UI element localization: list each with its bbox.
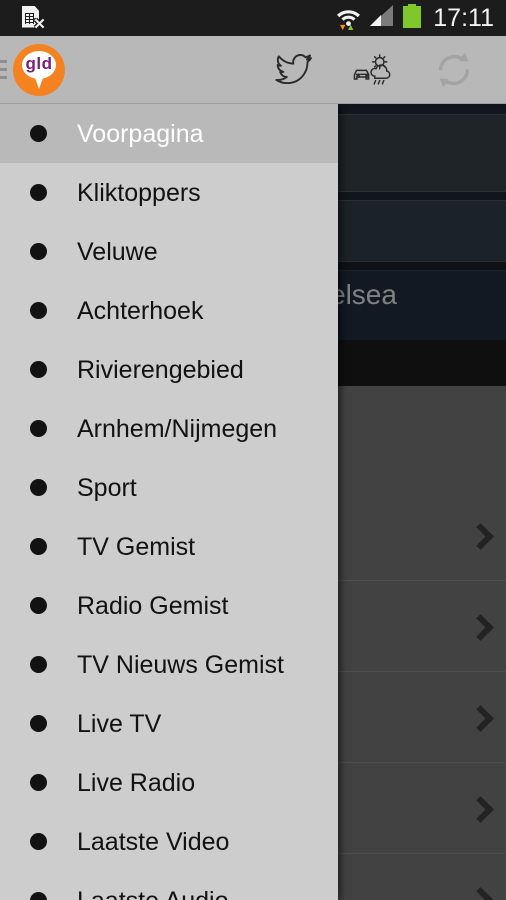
drawer-item-live-tv[interactable]: Live TV [0, 694, 338, 753]
drawer-item-label: Live TV [77, 709, 162, 738]
drawer-item-tv-gemist[interactable]: TV Gemist [0, 517, 338, 576]
bullet-icon [30, 774, 47, 791]
drawer-item-rivierengebied[interactable]: Rivierengebied [0, 340, 338, 399]
drawer-item-label: TV Nieuws Gemist [77, 650, 284, 679]
drawer-item-laatste-audio[interactable]: Laatste Audio [0, 871, 338, 900]
drawer-item-label: Laatste Video [77, 827, 230, 856]
bullet-icon [30, 656, 47, 673]
gld-logo[interactable]: gld [13, 43, 65, 96]
drawer-item-arnhem-nijmegen[interactable]: Arnhem/Nijmegen [0, 399, 338, 458]
bullet-icon [30, 715, 47, 732]
drawer-item-radio-gemist[interactable]: Radio Gemist [0, 576, 338, 635]
bullet-icon [30, 833, 47, 850]
drawer-item-label: Radio Gemist [77, 591, 229, 620]
drawer-item-label: Live Radio [77, 768, 196, 797]
wifi-icon: ▼▲ [336, 6, 361, 32]
action-bar-actions [272, 48, 506, 92]
no-sim-card-icon: ✕ [22, 5, 46, 32]
drawer-item-label: Arnhem/Nijmegen [77, 414, 278, 443]
status-bar-left: ✕ [0, 5, 46, 32]
status-bar-right: ▼▲ 17:11 [336, 3, 506, 33]
bullet-icon [30, 302, 47, 319]
hamburger-menu-icon[interactable] [0, 60, 7, 79]
drawer-item-tv-nieuws-gemist[interactable]: TV Nieuws Gemist [0, 635, 338, 694]
cellular-signal-icon [370, 4, 394, 32]
drawer-item-live-radio[interactable]: Live Radio [0, 753, 338, 812]
drawer-item-label: Voorpagina [77, 119, 204, 148]
bullet-icon [30, 184, 47, 201]
bullet-icon [30, 597, 47, 614]
bullet-icon [30, 479, 47, 496]
drawer-item-label: Sport [77, 473, 137, 502]
data-transfer-arrows-icon: ▼▲ [338, 22, 355, 32]
twitter-icon[interactable] [272, 48, 316, 92]
drawer-item-voorpagina[interactable]: Voorpagina [0, 104, 338, 163]
battery-icon [403, 3, 422, 33]
bullet-icon [30, 243, 47, 260]
drawer-item-label: Rivierengebied [77, 355, 244, 384]
drawer-item-laatste-video[interactable]: Laatste Video [0, 812, 338, 871]
drawer-item-label: Achterhoek [77, 296, 204, 325]
drawer-item-veluwe[interactable]: Veluwe [0, 222, 338, 281]
drawer-item-label: Veluwe [77, 237, 158, 266]
status-bar: ✕ ▼▲ 17:11 [0, 0, 506, 36]
drawer-item-sport[interactable]: Sport [0, 458, 338, 517]
drawer-item-label: Kliktoppers [77, 178, 201, 207]
bullet-icon [30, 538, 47, 555]
navigation-drawer: Voorpagina Kliktoppers Veluwe Achterhoek Riv… [0, 104, 338, 900]
bullet-icon [30, 420, 47, 437]
phone-screen: ✕ ▼▲ 17:11 gld elsea Voorpagina Kliktopp… [0, 0, 506, 900]
traffic-weather-icon[interactable] [352, 48, 396, 92]
drawer-item-kliktoppers[interactable]: Kliktoppers [0, 163, 338, 222]
bullet-icon [30, 361, 47, 378]
drawer-item-label: Laatste Audio [77, 887, 229, 900]
gld-logo-text: gld [25, 53, 53, 73]
bullet-icon [30, 125, 47, 142]
drawer-item-achterhoek[interactable]: Achterhoek [0, 281, 338, 340]
status-bar-clock: 17:11 [433, 3, 494, 32]
action-bar: gld [0, 36, 506, 104]
drawer-item-label: TV Gemist [77, 532, 196, 561]
refresh-icon[interactable] [432, 48, 476, 92]
bullet-icon [30, 892, 47, 900]
